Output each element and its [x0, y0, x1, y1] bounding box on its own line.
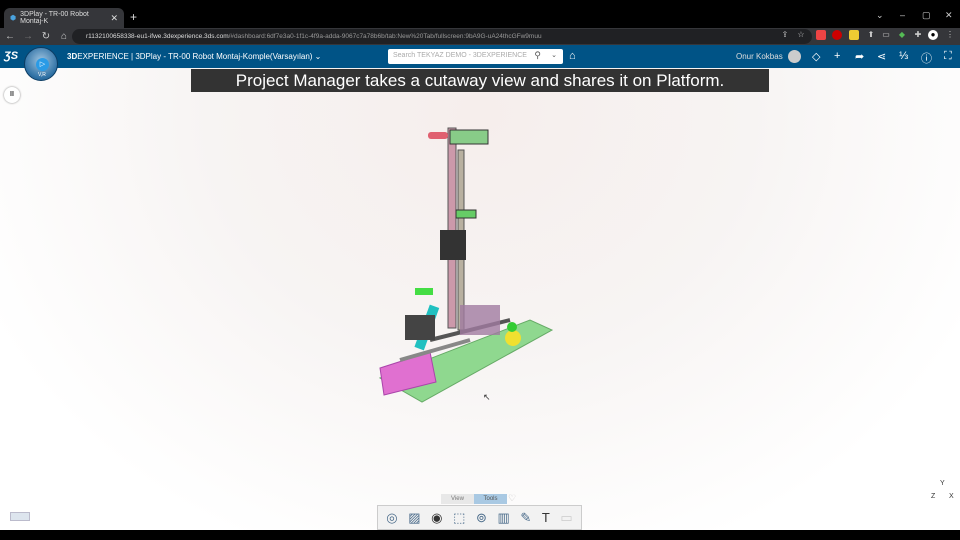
extension-icon[interactable]: ▭ — [881, 30, 891, 40]
action-toolbar: ◎ ▨ ◉ ⬚ ⊚ ▥ ✎ T ▭ — [377, 505, 582, 530]
measure-icon[interactable]: ⊚ — [476, 510, 487, 526]
app-title[interactable]: 3DEXPERIENCE | 3DPlay - TR-00 Robot Mont… — [67, 52, 321, 61]
text-icon[interactable]: T — [542, 510, 550, 525]
chevron-down-icon[interactable]: ⌄ — [551, 51, 557, 59]
gear-assembly — [405, 315, 435, 340]
extension-icon[interactable]: ◆ — [897, 30, 907, 40]
top-arm — [428, 132, 448, 139]
home-icon[interactable]: ⌂ — [56, 31, 72, 42]
profile-icon[interactable]: ● — [928, 30, 938, 40]
tab-search-icon[interactable]: ⌄ — [876, 10, 884, 21]
play-icon: ▷ — [36, 58, 49, 71]
favorite-icon[interactable]: ♡ — [508, 493, 516, 504]
green-bracket — [455, 209, 477, 219]
share-icon[interactable]: ➦ — [855, 50, 864, 63]
section-icon[interactable]: ▥ — [497, 510, 509, 526]
address-bar: ← → ↻ ⌂ r1132100658338-eu1-ifwe.3dexperi… — [0, 28, 960, 45]
compass-widget[interactable]: ▷ V,R — [24, 47, 58, 81]
browser-tab-bar: ⬢ 3DPlay - TR-00 Robot Montaj-K ✕ + ⌄ – ▢ … — [0, 0, 960, 28]
pause-button[interactable]: II — [4, 87, 20, 103]
ds-logo-icon: ƷS — [4, 50, 19, 62]
mouse-cursor-icon: ↖ — [483, 392, 491, 402]
motor-block — [440, 230, 466, 260]
browser-tab[interactable]: ⬢ 3DPlay - TR-00 Robot Montaj-K ✕ — [4, 8, 124, 28]
search-input[interactable]: Search TEKYAZ DEMO - 3DEXPERIENCE ⚲ ⌄ — [388, 49, 563, 64]
reload-icon[interactable]: ↻ — [38, 31, 54, 42]
avatar[interactable] — [788, 50, 801, 63]
tab-tools[interactable]: Tools — [474, 494, 507, 504]
green-wheel — [507, 322, 517, 332]
add-icon[interactable]: + — [834, 50, 840, 62]
close-window-button[interactable]: ✕ — [945, 10, 953, 21]
tag-icon[interactable]: ⌂ — [569, 50, 576, 62]
network-icon[interactable]: ⋖ — [877, 50, 886, 63]
fit-icon[interactable]: ⬚ — [453, 510, 465, 526]
markup-icon[interactable]: ▭ — [560, 510, 572, 526]
tools-icon[interactable]: ⅓ — [899, 50, 908, 62]
close-tab-icon[interactable]: ✕ — [110, 13, 118, 24]
chevron-down-icon: ⌄ — [314, 52, 322, 61]
share-icon[interactable]: ⇪ — [780, 30, 790, 40]
vertical-mast — [447, 127, 457, 329]
pen-icon[interactable]: ✎ — [520, 510, 531, 526]
robot-3d-model[interactable] — [370, 120, 560, 410]
yellow-wheel — [505, 330, 521, 346]
help-icon[interactable]: ⓘ — [921, 50, 932, 66]
caption: Project Manager takes a cutaway view and… — [191, 69, 769, 92]
fullscreen-icon[interactable]: ⛶ — [944, 50, 952, 63]
minimap-icon[interactable] — [10, 512, 30, 521]
tab-view[interactable]: View — [441, 494, 474, 504]
extension-icon[interactable] — [832, 30, 842, 40]
maximize-button[interactable]: ▢ — [922, 10, 931, 21]
menu-icon[interactable]: ⋮ — [945, 30, 955, 40]
purple-mechanism — [460, 305, 500, 335]
back-icon[interactable]: ← — [2, 31, 18, 42]
forward-icon[interactable]: → — [20, 31, 36, 42]
green-handle — [415, 288, 433, 295]
bookmark-star-icon[interactable]: ☆ — [796, 30, 806, 40]
user-name[interactable]: Onur Kokbas — [736, 52, 783, 61]
capture-icon[interactable]: ▨ — [408, 510, 420, 526]
bottom-bar — [0, 530, 960, 540]
toolbar-tabs: View Tools — [441, 494, 507, 504]
visibility-icon[interactable]: ◉ — [431, 510, 442, 526]
search-icon[interactable]: ⚲ — [534, 50, 541, 61]
extensions-puzzle-icon[interactable]: ✚ — [913, 30, 923, 40]
url-input[interactable]: r1132100658338-eu1-ifwe.3dexperience.3ds… — [72, 29, 812, 44]
minimize-button[interactable]: – — [900, 10, 905, 20]
snapshot-icon[interactable]: ◎ — [386, 510, 397, 526]
top-assembly — [449, 129, 489, 145]
extension-icon[interactable] — [849, 30, 859, 40]
app-favicon-icon: ⬢ — [10, 15, 17, 22]
chat-icon[interactable]: ◇ — [812, 50, 820, 63]
new-tab-button[interactable]: + — [130, 10, 137, 24]
extension-icon[interactable]: ⬆ — [866, 30, 876, 40]
extension-icon[interactable] — [816, 30, 826, 40]
app-header: ƷS 3DEXPERIENCE | 3DPlay - TR-00 Robot M… — [0, 45, 960, 68]
